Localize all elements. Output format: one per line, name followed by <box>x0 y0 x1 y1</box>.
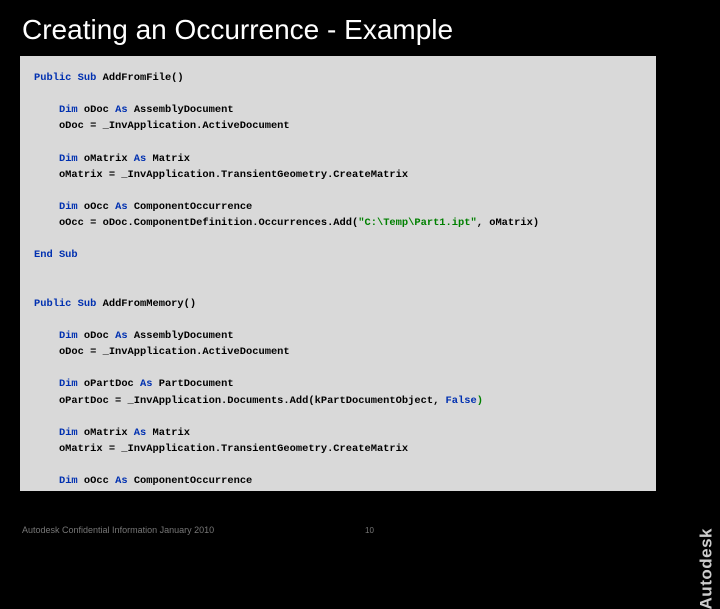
footer-text: Autodesk Confidential Information Januar… <box>22 525 214 535</box>
code-text: Dim <box>59 201 78 213</box>
code-text: Dim <box>59 104 78 116</box>
code-text <box>34 104 59 116</box>
code-text <box>34 427 59 439</box>
code-text: oPartDoc <box>78 378 140 390</box>
code-text: oOcc <box>78 201 115 213</box>
code-text: ComponentOccurrence <box>128 201 253 213</box>
code-text: As <box>115 104 127 116</box>
code-text: oDoc = _InvApplication.ActiveDocument <box>34 120 290 132</box>
code-text: Matrix <box>146 427 190 439</box>
code-text: oOcc <box>78 475 115 487</box>
code-text: Dim <box>59 378 78 390</box>
code-text: AddFromFile() <box>96 72 183 84</box>
code-text: As <box>115 330 127 342</box>
code-text: AssemblyDocument <box>128 330 234 342</box>
code-text: Dim <box>59 330 78 342</box>
code-text: oMatrix <box>78 153 134 165</box>
code-text: As <box>134 153 146 165</box>
code-text: , oMatrix) <box>477 217 539 229</box>
code-text: AssemblyDocument <box>128 104 234 116</box>
code-text <box>34 475 59 487</box>
slide: Creating an Occurrence - Example Public … <box>0 0 720 540</box>
code-text: oOcc = oDoc.ComponentDefinition.Occurren… <box>34 217 358 229</box>
code-block: Public Sub AddFromFile() Dim oDoc As Ass… <box>20 56 656 491</box>
code-text: oMatrix = _InvApplication.TransientGeome… <box>34 443 408 455</box>
code-text: As <box>115 475 127 487</box>
code-text: AddFromMemory() <box>96 298 196 310</box>
code-text: Dim <box>59 153 78 165</box>
slide-title: Creating an Occurrence - Example <box>0 0 720 56</box>
code-text: oMatrix <box>78 427 134 439</box>
code-text: Dim <box>59 427 78 439</box>
code-text: oDoc <box>78 104 115 116</box>
code-text: End Sub <box>34 249 78 261</box>
code-text: As <box>115 201 127 213</box>
code-text: False <box>446 395 477 407</box>
code-text <box>34 153 59 165</box>
code-text: ) <box>477 395 483 407</box>
code-text <box>34 201 59 213</box>
code-text: Public Sub <box>34 298 96 310</box>
code-text: Matrix <box>146 153 190 165</box>
code-text: oDoc <box>78 330 115 342</box>
code-text: oDoc = _InvApplication.ActiveDocument <box>34 346 290 358</box>
code-text: As <box>134 427 146 439</box>
code-text: oMatrix = _InvApplication.TransientGeome… <box>34 169 408 181</box>
code-text: Public Sub <box>34 72 96 84</box>
code-text: oPartDoc = _InvApplication.Documents.Add… <box>34 395 446 407</box>
page-number: 10 <box>365 526 374 535</box>
code-text: As <box>140 378 152 390</box>
code-text <box>34 378 59 390</box>
code-text: ComponentOccurrence <box>128 475 253 487</box>
code-text: "C:\Temp\Part1.ipt" <box>358 217 476 229</box>
code-text: PartDocument <box>153 378 234 390</box>
brand-logo: Autodesk <box>696 528 716 609</box>
code-text: Dim <box>59 475 78 487</box>
code-text <box>34 330 59 342</box>
